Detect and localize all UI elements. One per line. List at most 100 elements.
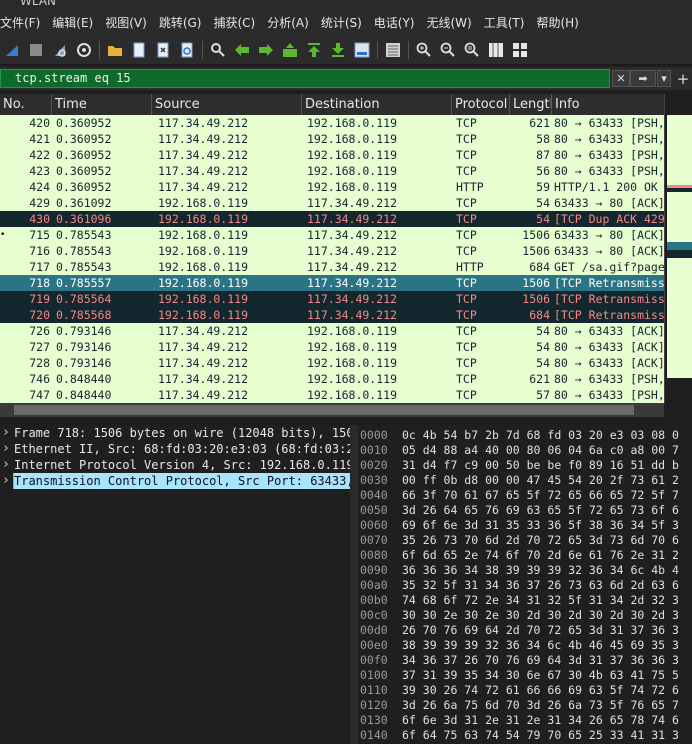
- packet-row[interactable]: 430 0.361096 192.168.0.119 117.34.49.212 TCP…: [0, 211, 664, 227]
- bytes-hex[interactable]: 00 ff 0b d8 00 00 47 45 54 20 2f 73 61 2: [402, 472, 679, 488]
- menu-item[interactable]: 文件(F): [0, 14, 46, 31]
- packet-row[interactable]: 718 0.785557 192.168.0.119 117.34.49.212 TCP…: [0, 275, 664, 291]
- display-filter-input[interactable]: tcp.stream eq 15: [0, 69, 610, 88]
- packet-row[interactable]: 429 0.361092 192.168.0.119 117.34.49.212 TCP…: [0, 195, 664, 211]
- colorize-icon[interactable]: [381, 39, 405, 61]
- filter-history-chevron-down-icon[interactable]: ▾: [657, 70, 671, 87]
- bytes-hex[interactable]: 05 d4 88 a4 40 00 80 06 04 6a c0 a8 00 7: [402, 442, 679, 458]
- packet-row[interactable]: • 715 0.785543 192.168.0.119 117.34.49.212 TC…: [0, 227, 664, 243]
- zoom-out-icon[interactable]: [436, 39, 460, 61]
- packet-row[interactable]: 720 0.785568 192.168.0.119 117.34.49.212 TCP…: [0, 307, 664, 323]
- bytes-hex[interactable]: 26 70 76 69 64 2d 70 72 65 3d 31 37 36 3: [402, 622, 679, 638]
- find-icon[interactable]: [206, 39, 230, 61]
- column-header-source[interactable]: Source: [152, 94, 302, 115]
- bytes-hex[interactable]: 35 26 73 70 6d 2d 70 72 65 3d 73 6d 70 6: [402, 532, 679, 548]
- resize-columns-icon[interactable]: [484, 39, 508, 61]
- layout-icon[interactable]: [508, 39, 532, 61]
- packet-row[interactable]: 746 0.848440 117.34.49.212 192.168.0.119 TCP…: [0, 371, 664, 387]
- auto-scroll-icon[interactable]: [350, 39, 374, 61]
- apply-filter-arrow-icon[interactable]: ➡: [630, 70, 656, 87]
- open-folder-icon[interactable]: [103, 39, 127, 61]
- zoom-in-icon[interactable]: [412, 39, 436, 61]
- packet-list[interactable]: 420 0.360952 117.34.49.212 192.168.0.119 TCP…: [0, 115, 664, 403]
- bytes-hex[interactable]: 30 30 2e 30 2e 30 2d 30 2d 30 2d 30 2d 3: [402, 607, 679, 623]
- bytes-hex[interactable]: 3d 26 64 65 76 69 63 65 5f 72 65 73 6f 6: [402, 502, 679, 518]
- bytes-hex[interactable]: 36 36 36 34 38 39 39 39 32 36 34 6c 4b 4: [402, 562, 679, 578]
- packet-row[interactable]: 719 0.785564 192.168.0.119 117.34.49.212 TCP…: [0, 291, 664, 307]
- stop-icon[interactable]: [24, 39, 48, 61]
- packet-bytes-pane[interactable]: 0000 0c 4b 54 b7 2b 7d 68 fd 03 20 e3 03 …: [358, 425, 692, 744]
- column-header-length[interactable]: Length: [510, 94, 552, 115]
- close-file-icon[interactable]: [151, 39, 175, 61]
- bytes-hex[interactable]: 66 3f 70 61 67 65 5f 72 65 66 65 72 5f 7: [402, 487, 679, 503]
- menu-item[interactable]: 电话(Y): [368, 14, 421, 31]
- packet-list-minimap[interactable]: [664, 94, 692, 403]
- packet-row[interactable]: 420 0.360952 117.34.49.212 192.168.0.119 TCP…: [0, 115, 664, 131]
- menu-item[interactable]: 视图(V): [99, 14, 153, 31]
- column-header-no[interactable]: No.: [0, 94, 52, 115]
- packet-row[interactable]: 717 0.785543 192.168.0.119 117.34.49.212 HTT…: [0, 259, 664, 275]
- last-packet-icon[interactable]: [326, 39, 350, 61]
- detail-tree-row[interactable]: › Ethernet II, Src: 68:fd:03:20:e3:03 (68…: [0, 441, 350, 457]
- detail-tree-row[interactable]: › Transmission Control Protocol, Src Port…: [0, 473, 350, 489]
- vertical-pane-splitter[interactable]: [350, 425, 358, 744]
- bytes-hex[interactable]: 6f 64 75 63 74 54 79 70 65 25 33 41 31 3: [402, 727, 679, 743]
- expand-chevron-right-icon[interactable]: ›: [2, 425, 10, 441]
- menu-item[interactable]: 帮助(H): [530, 14, 584, 31]
- options-gear-icon[interactable]: [72, 39, 96, 61]
- add-filter-button-plus-icon[interactable]: +: [674, 70, 692, 88]
- bytes-hex[interactable]: 74 68 6f 72 2e 34 31 32 5f 31 34 2d 32 3: [402, 592, 679, 608]
- menu-item[interactable]: 跳转(G): [153, 14, 208, 31]
- reload-icon[interactable]: [175, 39, 199, 61]
- menu-item[interactable]: 分析(A): [261, 14, 315, 31]
- bytes-hex[interactable]: 6f 6d 65 2e 74 6f 70 2d 6e 61 76 2e 31 2: [402, 547, 679, 563]
- bytes-hex[interactable]: 69 6f 6e 3d 31 35 33 36 5f 38 36 34 5f 3: [402, 517, 679, 533]
- bytes-hex[interactable]: 34 36 37 26 70 76 69 64 3d 31 37 36 36 3: [402, 652, 679, 668]
- restart-icon[interactable]: [48, 39, 72, 61]
- packet-list-horizontal-scrollbar[interactable]: [0, 403, 664, 417]
- shark-fin-start-icon[interactable]: [0, 39, 24, 61]
- menu-item[interactable]: 统计(S): [315, 14, 368, 31]
- packet-row[interactable]: 423 0.360952 117.34.49.212 192.168.0.119 TCP…: [0, 163, 664, 179]
- menu-item[interactable]: 捕获(C): [207, 14, 261, 31]
- column-header-protocol[interactable]: Protocol: [452, 94, 510, 115]
- pane-splitter[interactable]: [0, 417, 692, 425]
- bytes-hex[interactable]: 35 32 5f 31 34 36 37 26 73 63 6d 2d 63 6: [402, 577, 679, 593]
- bytes-hex[interactable]: 0c 4b 54 b7 2b 7d 68 fd 03 20 e3 03 08 0: [402, 427, 679, 443]
- menu-item[interactable]: 工具(T): [478, 14, 531, 31]
- column-header-destination[interactable]: Destination: [302, 94, 452, 115]
- expand-chevron-right-icon[interactable]: ›: [2, 473, 10, 489]
- bytes-hex[interactable]: 38 39 39 39 32 36 34 6c 4b 46 45 69 35 3: [402, 637, 679, 653]
- bytes-hex[interactable]: 39 30 26 74 72 61 66 66 69 63 5f 74 72 6: [402, 682, 679, 698]
- bytes-hex[interactable]: 6f 6e 3d 31 2e 31 2e 31 34 26 65 78 74 6: [402, 712, 679, 728]
- detail-tree-row[interactable]: › Internet Protocol Version 4, Src: 192.1…: [0, 457, 350, 473]
- go-to-packet-icon[interactable]: [278, 39, 302, 61]
- bytes-hex[interactable]: 37 31 39 35 34 30 6e 67 30 4b 63 41 75 5: [402, 667, 679, 683]
- packet-cell-proto: TCP: [456, 372, 477, 386]
- bytes-hex[interactable]: 31 d4 f7 c9 00 50 be be f0 89 16 51 dd b: [402, 457, 679, 473]
- packet-row[interactable]: 727 0.793146 117.34.49.212 192.168.0.119 TCP…: [0, 339, 664, 355]
- packet-row[interactable]: 716 0.785543 192.168.0.119 117.34.49.212 TCP…: [0, 243, 664, 259]
- packet-row[interactable]: 747 0.848440 117.34.49.212 192.168.0.119 TCP…: [0, 387, 664, 403]
- clear-filter-icon[interactable]: ✕: [612, 70, 630, 87]
- first-packet-icon[interactable]: [302, 39, 326, 61]
- packet-row[interactable]: 728 0.793146 117.34.49.212 192.168.0.119 TCP…: [0, 355, 664, 371]
- column-header-time[interactable]: Time: [52, 94, 152, 115]
- column-header-info[interactable]: Info: [552, 94, 664, 115]
- bytes-hex[interactable]: 3d 26 6a 75 6d 70 3d 26 6a 73 5f 76 65 7: [402, 697, 679, 713]
- packet-row[interactable]: 421 0.360952 117.34.49.212 192.168.0.119 TCP…: [0, 131, 664, 147]
- packet-row[interactable]: 726 0.793146 117.34.49.212 192.168.0.119 TCP…: [0, 323, 664, 339]
- packet-details-pane[interactable]: › Frame 718: 1506 bytes on wire (12048 bi…: [0, 425, 350, 744]
- scrollbar-thumb[interactable]: [14, 405, 634, 415]
- expand-chevron-right-icon[interactable]: ›: [2, 457, 10, 473]
- packet-row[interactable]: 424 0.360952 117.34.49.212 192.168.0.119 HTT…: [0, 179, 664, 195]
- menu-item[interactable]: 无线(W): [421, 14, 478, 31]
- file-icon[interactable]: [127, 39, 151, 61]
- expand-chevron-right-icon[interactable]: ›: [2, 441, 10, 457]
- go-back-icon[interactable]: [230, 39, 254, 61]
- detail-tree-row[interactable]: › Frame 718: 1506 bytes on wire (12048 bi…: [0, 425, 350, 441]
- go-forward-icon[interactable]: [254, 39, 278, 61]
- zoom-reset-icon[interactable]: [460, 39, 484, 61]
- menu-item[interactable]: 编辑(E): [46, 14, 99, 31]
- packet-row[interactable]: 422 0.360952 117.34.49.212 192.168.0.119 TCP…: [0, 147, 664, 163]
